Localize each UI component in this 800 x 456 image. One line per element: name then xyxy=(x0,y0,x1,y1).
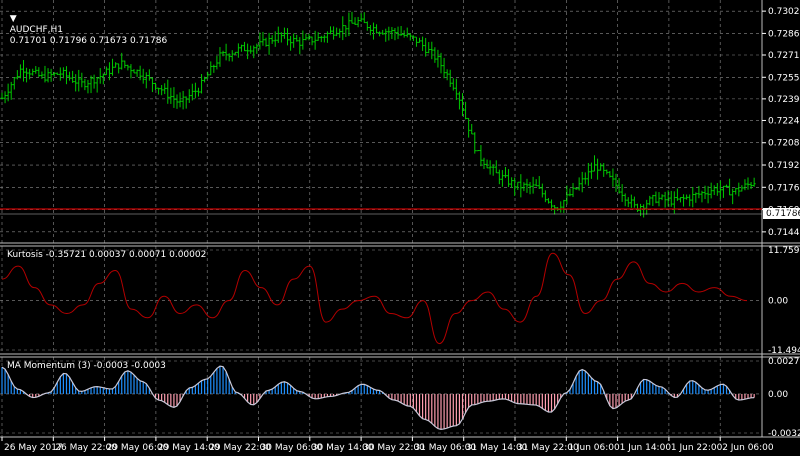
price-tick-label: 0.73025 xyxy=(768,7,800,17)
momentum-tick-label: -0.0032 xyxy=(768,429,800,439)
price-tick-label: 0.72240 xyxy=(768,116,800,126)
kurtosis-tick-label: 11.7595 xyxy=(768,246,800,256)
price-tick-label: 0.72080 xyxy=(768,139,800,149)
price-tick-label: 0.72550 xyxy=(768,73,800,83)
kurtosis-tick-label: 0.00 xyxy=(768,297,788,307)
time-label: 26 May 2017 xyxy=(4,443,63,453)
price-tick-label: 0.71440 xyxy=(768,228,800,238)
time-label: 1 Jun 22:00 xyxy=(671,443,723,453)
time-label: 2 Jun 06:00 xyxy=(722,443,774,453)
price-tick-label: 0.71760 xyxy=(768,183,800,193)
momentum-tick-label: 0.00 xyxy=(768,390,788,400)
price-tick-label: 0.72710 xyxy=(768,51,800,61)
price-tick-label: 0.71920 xyxy=(768,161,800,171)
symbol-name: AUDCHF,H1 xyxy=(9,25,63,35)
chart-window[interactable]: 0.71786 0.730250.728650.727100.725500.72… xyxy=(0,0,800,456)
price-tick-label: 0.71600 xyxy=(768,206,800,216)
price-tick-label: 0.72395 xyxy=(768,95,800,105)
kurtosis-tick-label: -11.49406 xyxy=(768,346,800,356)
momentum-label: MA Momentum (3) -0.0003 -0.0003 xyxy=(7,361,166,371)
kurtosis-label: Kurtosis -0.35721 0.00037 0.00071 0.0000… xyxy=(7,250,207,260)
dropdown-icon[interactable]: ▼ xyxy=(10,14,17,24)
momentum-tick-label: 0.0027 xyxy=(768,357,800,367)
ohlc-values: 0.71701 0.71796 0.71673 0.71786 xyxy=(9,36,168,46)
symbol-header[interactable]: ▼ AUDCHF,H1 0.71701 0.71796 0.71673 0.71… xyxy=(4,3,167,47)
time-label: 1 Jun 06:00 xyxy=(568,443,620,453)
price-tick-label: 0.72865 xyxy=(768,29,800,39)
time-label: 1 Jun 14:00 xyxy=(620,443,672,453)
